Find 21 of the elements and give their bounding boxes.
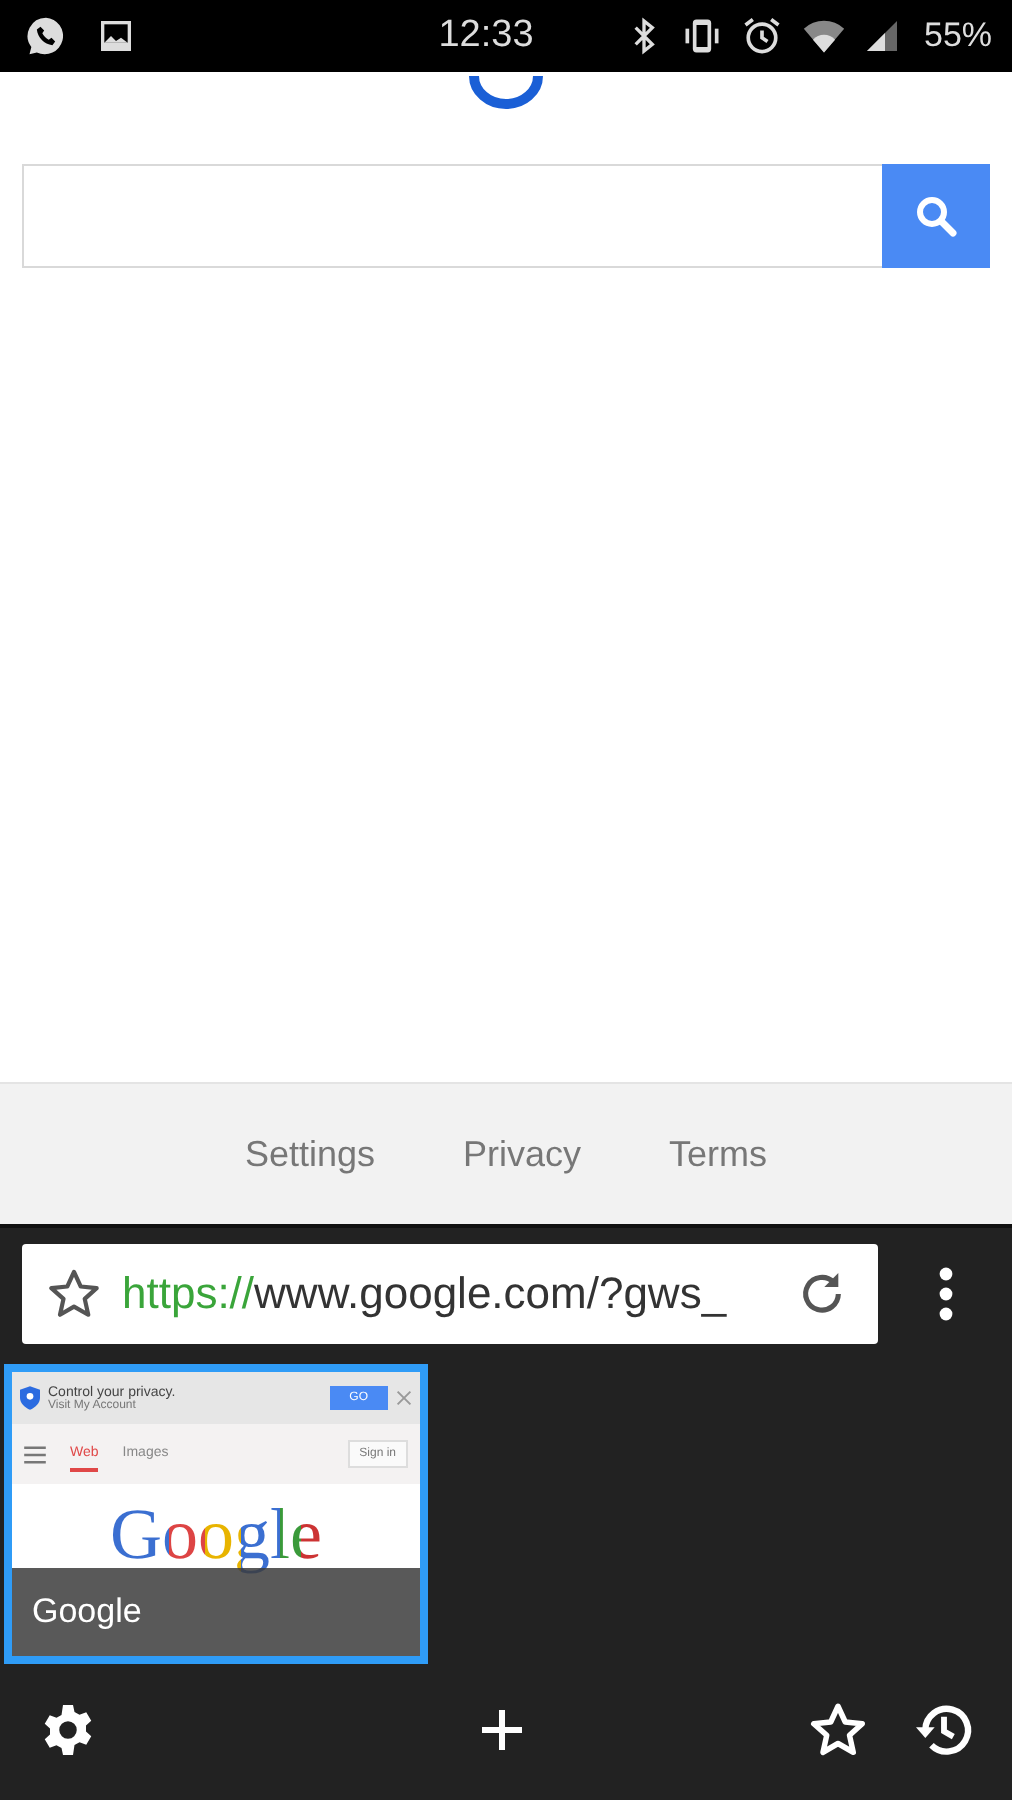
search-field[interactable] <box>22 164 882 268</box>
tab-title: Google <box>12 1568 420 1656</box>
search-button[interactable] <box>882 164 990 268</box>
address-bar[interactable]: https://www.google.com/?gws_ <box>22 1244 878 1344</box>
alarm-icon <box>739 14 784 58</box>
star-icon[interactable] <box>808 1700 868 1760</box>
search-icon <box>912 192 960 240</box>
clock-time: 12:33 <box>438 14 534 58</box>
image-icon <box>96 16 136 56</box>
battery-percent: 55% <box>923 16 993 56</box>
url-text: https://www.google.com/?gws_ <box>122 1268 729 1320</box>
new-tab-icon[interactable] <box>478 1706 526 1754</box>
footer-link[interactable]: Terms <box>669 1133 768 1175</box>
phone-bubble-icon <box>24 14 68 58</box>
star-icon[interactable] <box>46 1266 102 1322</box>
signal-icon <box>863 16 900 56</box>
footer-link[interactable]: Settings <box>244 1133 376 1175</box>
menu-icon[interactable] <box>938 1266 954 1322</box>
footer-link[interactable]: Privacy <box>463 1133 582 1175</box>
ring-icon <box>466 72 546 112</box>
shield-icon <box>20 1386 40 1410</box>
